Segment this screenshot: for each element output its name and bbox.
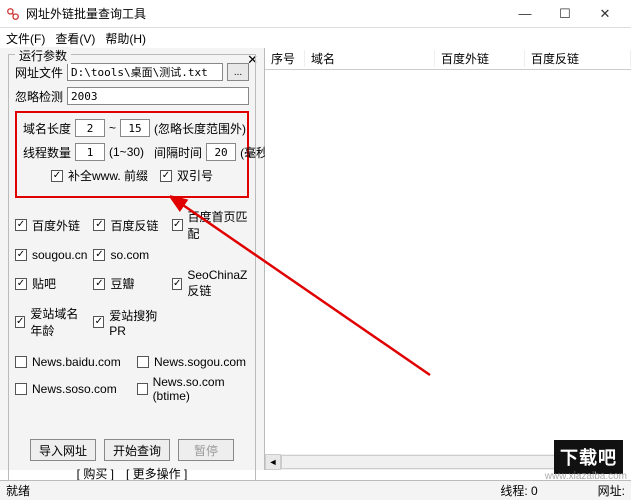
cb-news-sogou[interactable]: News.sogou.com: [137, 355, 249, 369]
menu-bar: 文件(F) 查看(V) 帮助(H): [0, 28, 631, 48]
urlfile-label: 网址文件: [15, 64, 63, 81]
menu-view[interactable]: 查看(V): [55, 30, 95, 47]
download-logo: 下载吧: [554, 440, 623, 474]
interval-input[interactable]: [206, 143, 236, 161]
domain-len-note: (忽略长度范围外): [154, 120, 246, 137]
col-domain[interactable]: 域名: [305, 50, 435, 67]
run-params-group: 运行参数 网址文件 ... 忽略检测 域名长度 ~ (忽略长度范围外): [8, 54, 256, 489]
cb-seochina[interactable]: SeoChinaZ反链: [172, 268, 249, 299]
app-icon: [6, 7, 20, 21]
results-table: 序号 域名 百度外链 百度反链 ◄ ►: [265, 48, 631, 470]
cb-so[interactable]: so.com: [93, 248, 165, 262]
domain-min-input[interactable]: [75, 119, 105, 137]
cb-news-baidu[interactable]: News.baidu.com: [15, 355, 127, 369]
menu-file[interactable]: 文件(F): [6, 30, 45, 47]
start-button[interactable]: 开始查询: [104, 439, 170, 461]
cb-douban[interactable]: 豆瓣: [93, 268, 165, 299]
cb-aizhan-age[interactable]: 爱站域名年龄: [15, 305, 87, 339]
interval-label: 间隔时间: [154, 144, 202, 161]
cb-tieba[interactable]: 贴吧: [15, 268, 87, 299]
quote-checkbox[interactable]: 双引号: [160, 167, 213, 184]
stop-button[interactable]: 暂停: [178, 439, 234, 461]
window-title: 网址外链批量查询工具: [26, 5, 505, 22]
maximize-button[interactable]: ☐: [545, 2, 585, 26]
cb-sougou[interactable]: sougou.cn: [15, 248, 87, 262]
thread-input[interactable]: [75, 143, 105, 161]
tilde-label: ~: [109, 121, 116, 135]
domain-len-label: 域名长度: [23, 120, 71, 137]
import-button[interactable]: 导入网址: [30, 439, 96, 461]
window-buttons: — ☐ ✕: [505, 2, 625, 26]
ignore-input[interactable]: [67, 87, 249, 105]
ignore-label: 忽略检测: [15, 88, 63, 105]
left-panel: ✕ 运行参数 网址文件 ... 忽略检测 域名长度 ~ (忽略长度范围外): [0, 48, 265, 470]
domain-max-input[interactable]: [120, 119, 150, 137]
highlight-box: 域名长度 ~ (忽略长度范围外) 线程数量 (1~30) 间隔时间 (毫秒) 补…: [15, 111, 249, 198]
browse-button[interactable]: ...: [227, 63, 249, 81]
cb-news-so[interactable]: News.so.com (btime): [137, 375, 249, 403]
cb-news-soso[interactable]: News.soso.com: [15, 375, 127, 403]
status-threads: 线程: 0: [500, 482, 537, 499]
prefix-checkbox[interactable]: 补全www. 前缀: [51, 167, 148, 184]
cb-baidu-back[interactable]: 百度反链: [93, 208, 165, 242]
group-title: 运行参数: [15, 47, 71, 64]
status-bar: 就绪 线程: 0 网址:: [0, 480, 631, 500]
thread-label: 线程数量: [23, 144, 71, 161]
col-seq[interactable]: 序号: [265, 50, 305, 67]
cb-baidu-out[interactable]: 百度外链: [15, 208, 87, 242]
cb-aizhan-pr[interactable]: 爱站搜狗PR: [93, 305, 165, 339]
col-back[interactable]: 百度反链: [525, 50, 631, 67]
thread-note: (1~30): [109, 145, 144, 159]
title-bar: 网址外链批量查询工具 — ☐ ✕: [0, 0, 631, 28]
close-button[interactable]: ✕: [585, 2, 625, 26]
minimize-button[interactable]: —: [505, 2, 545, 26]
status-urlcount: 网址:: [598, 482, 625, 499]
col-out[interactable]: 百度外链: [435, 50, 525, 67]
urlfile-input[interactable]: [67, 63, 223, 81]
menu-help[interactable]: 帮助(H): [105, 30, 146, 47]
status-ready: 就绪: [6, 482, 30, 499]
cb-baidu-home[interactable]: 百度首页匹配: [172, 208, 249, 242]
